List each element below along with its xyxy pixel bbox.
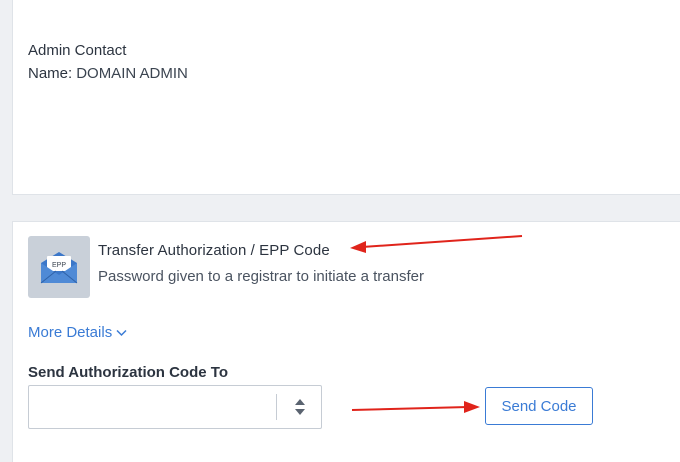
transfer-title: Transfer Authorization / EPP Code [98, 242, 330, 259]
more-details-label: More Details [28, 324, 113, 341]
select-divider [276, 394, 277, 420]
send-code-button[interactable]: Send Code [485, 387, 593, 425]
select-updown-icon [295, 399, 305, 415]
admin-contact-name: Name: DOMAIN ADMIN [28, 65, 188, 82]
envelope-epp-icon: EPP [28, 236, 90, 298]
chevron-down-icon [116, 329, 127, 336]
send-code-to-label: Send Authorization Code To [28, 364, 228, 381]
transfer-subtitle: Password given to a registrar to initiat… [98, 268, 424, 285]
name-label: Name: [28, 65, 73, 82]
more-details-link[interactable]: More Details [28, 324, 127, 341]
epp-icon-text: EPP [52, 262, 66, 269]
admin-contact-card: Admin Contact Name: DOMAIN ADMIN [12, 0, 680, 195]
transfer-authorization-card: EPP Transfer Authorization / EPP Code Pa… [12, 221, 680, 462]
admin-contact-heading: Admin Contact [28, 42, 127, 59]
name-value: DOMAIN ADMIN [76, 65, 188, 82]
send-code-to-select[interactable] [28, 385, 322, 429]
